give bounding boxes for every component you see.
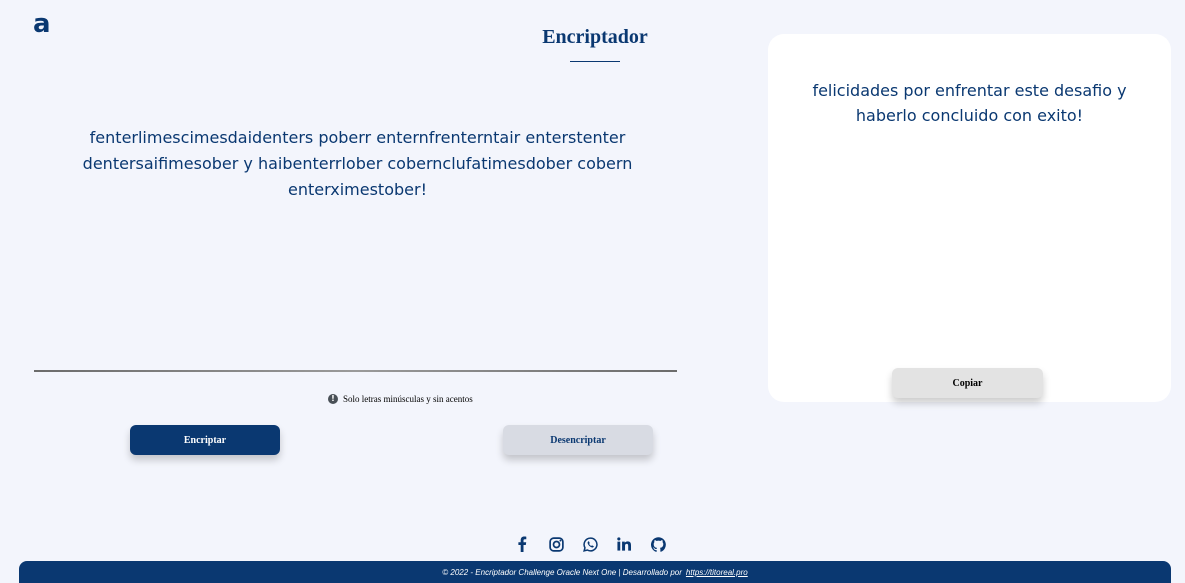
github-icon[interactable] <box>648 534 668 554</box>
page-title: Encriptador <box>542 26 648 48</box>
logo[interactable]: a <box>33 10 51 38</box>
linkedin-icon[interactable] <box>614 534 634 554</box>
message-input[interactable]: fenterlimescimesdaidenters poberr entern… <box>20 125 695 203</box>
footer-text: © 2022 - Encriptador Challenge Oracle Ne… <box>442 567 682 577</box>
encrypt-button[interactable]: Encriptar <box>130 425 280 455</box>
input-divider <box>34 370 677 372</box>
copy-button[interactable]: Copiar <box>892 368 1043 398</box>
output-text: felicidades por enfrentar este desafio y… <box>812 81 1127 125</box>
instagram-icon[interactable] <box>546 534 566 554</box>
footer-link[interactable]: https://titoreal.pro <box>686 568 748 577</box>
social-links <box>512 534 668 554</box>
info-icon: ! <box>328 394 338 404</box>
title-underline <box>570 61 620 62</box>
facebook-icon[interactable] <box>512 534 532 554</box>
input-hint: ! Solo letras minúsculas y sin acentos <box>328 394 473 404</box>
output-panel: felicidades por enfrentar este desafio y… <box>768 34 1171 402</box>
footer: © 2022 - Encriptador Challenge Oracle Ne… <box>19 561 1171 583</box>
hint-text: Solo letras minúsculas y sin acentos <box>343 394 473 404</box>
whatsapp-icon[interactable] <box>580 534 600 554</box>
decrypt-button[interactable]: Desencriptar <box>503 425 653 455</box>
